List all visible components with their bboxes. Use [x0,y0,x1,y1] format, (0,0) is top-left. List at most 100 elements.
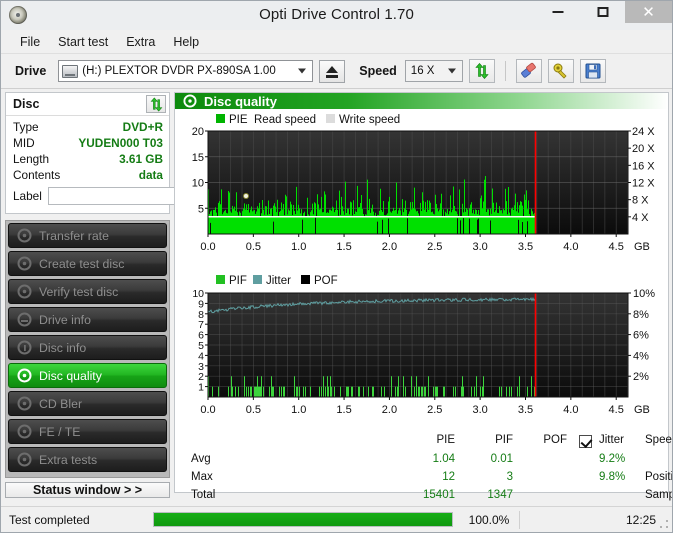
eject-button[interactable] [319,60,345,83]
svg-text:10%: 10% [633,288,655,300]
disc-label-key: Label [13,189,42,203]
drive-select-value: (H:) PLEXTOR DVDR PX-890SA 1.00 [82,65,275,77]
stats-pif-total: 1347 [463,489,513,501]
erase-button[interactable] [516,59,542,83]
stats-header-pie: PIE [411,434,455,446]
progress-percent: 100.0% [459,513,519,527]
svg-text:0.0: 0.0 [200,404,215,416]
sidebar-item-disc-info[interactable]: Disc info [8,335,167,360]
status-bar: Test completed 100.0% 12:25 [1,506,672,532]
drive-toolbar: Drive (H:) PLEXTOR DVDR PX-890SA 1.00 Sp… [1,54,672,89]
disc-info-rows: Type DVD+R MID YUDEN000 T03 Length 3.61 … [6,116,169,213]
sidebar-item-label: Verify test disc [39,285,118,299]
svg-text:GB: GB [634,404,650,416]
title-bar: Opti Drive Control 1.70 ✕ [1,1,672,30]
sidebar-item-disc-quality[interactable]: Disc quality [8,363,167,388]
disc-icon [17,228,32,243]
stats-row-label-avg: Avg [191,453,211,465]
disc-icon [17,256,32,271]
disc-icon [17,340,32,355]
svg-text:8: 8 [198,309,204,321]
disc-row-length: Length 3.61 GB [13,151,163,167]
svg-text:4 X: 4 X [632,212,649,224]
disc-icon [17,452,32,467]
main-panel: Disc quality PIERead speedWrite speed510… [174,92,669,493]
svg-text:16 X: 16 X [632,161,655,173]
elapsed-time: 12:25 [520,513,672,527]
sidebar-item-fe-te[interactable]: FE / TE [8,419,167,444]
maximize-button[interactable] [580,1,625,23]
pie-chart-svg: PIERead speedWrite speed51015204 X8 X12 … [175,109,668,269]
svg-text:2%: 2% [633,371,649,383]
svg-text:POF: POF [314,275,338,287]
disc-panel-title: Disc [13,97,146,111]
maximize-icon [597,7,608,17]
svg-text:4%: 4% [633,351,649,363]
sidebar-item-label: CD Bler [39,397,82,411]
svg-text:PIF: PIF [229,275,247,287]
menu-item-file[interactable]: File [11,32,49,52]
svg-text:10: 10 [192,178,204,190]
disc-refresh-button[interactable] [146,95,166,113]
stats-jitter-max: 9.8% [599,471,625,483]
resize-grip[interactable] [659,519,669,529]
sidebar-item-extra-tests[interactable]: Extra tests [8,447,167,472]
svg-text:4.5: 4.5 [609,241,624,253]
stats-jitter-avg: 9.2% [599,453,625,465]
sidebar-item-cd-bler[interactable]: CD Bler [8,391,167,416]
speed-select[interactable]: 16 X [405,60,463,82]
svg-text:2.5: 2.5 [427,404,442,416]
svg-text:5: 5 [198,340,204,352]
svg-text:3: 3 [198,361,204,373]
disc-row-value: DVD+R [123,120,163,134]
stats-position-label: Position [645,471,673,483]
plug-icon [552,62,570,80]
menu-item-start-test[interactable]: Start test [49,32,117,52]
sidebar-item-label: Disc quality [39,369,102,383]
svg-text:3.0: 3.0 [472,241,487,253]
sidebar-item-label: Drive info [39,313,91,327]
stats-speed-label: Speed [645,434,673,446]
svg-text:4.5: 4.5 [609,404,624,416]
stats-header-pof: POF [523,434,567,446]
plug-button[interactable] [548,59,574,83]
sidebar-item-drive-info[interactable]: Drive info [8,307,167,332]
disc-row-value: data [139,168,163,182]
close-button[interactable]: ✕ [625,1,672,23]
disc-label-row: Label [13,184,163,208]
save-icon [584,62,602,80]
statistics-panel: PIE PIF POF Jitter Avg Max Total 1.04 12… [175,431,668,492]
sidebar-item-label: Extra tests [39,453,97,467]
sidebar-item-transfer-rate[interactable]: Transfer rate [8,223,167,248]
eject-icon [326,66,338,73]
svg-text:8%: 8% [633,309,649,321]
page-title: Disc quality [204,94,277,109]
minimize-button[interactable] [535,1,580,23]
svg-text:4.0: 4.0 [563,404,578,416]
svg-text:1: 1 [198,382,204,394]
sidebar-item-create-test-disc[interactable]: Create test disc [8,251,167,276]
disc-icon [17,396,32,411]
svg-text:8 X: 8 X [632,195,649,207]
jitter-checkbox[interactable] [579,435,592,448]
refresh-button[interactable] [469,59,495,83]
svg-text:6%: 6% [633,330,649,342]
stats-pif-avg: 0.01 [469,453,513,465]
menu-item-extra[interactable]: Extra [117,32,164,52]
sidebar-item-label: Disc info [39,341,86,355]
svg-text:1.0: 1.0 [291,241,306,253]
disc-row-mid: MID YUDEN000 T03 [13,135,163,151]
svg-text:6: 6 [198,330,204,342]
drive-select[interactable]: (H:) PLEXTOR DVDR PX-890SA 1.00 [58,60,313,82]
status-window-button[interactable]: Status window > > [5,482,170,498]
save-button[interactable] [580,59,606,83]
sidebar-item-verify-test-disc[interactable]: Verify test disc [8,279,167,304]
disc-icon [17,424,32,439]
svg-text:Write speed: Write speed [339,114,400,126]
drive-icon [62,65,78,78]
disc-row-type: Type DVD+R [13,119,163,135]
disc-row-value: YUDEN000 T03 [78,136,163,150]
stats-row-label-total: Total [191,489,215,501]
svg-text:PIE: PIE [229,114,248,126]
menu-item-help[interactable]: Help [164,32,208,52]
